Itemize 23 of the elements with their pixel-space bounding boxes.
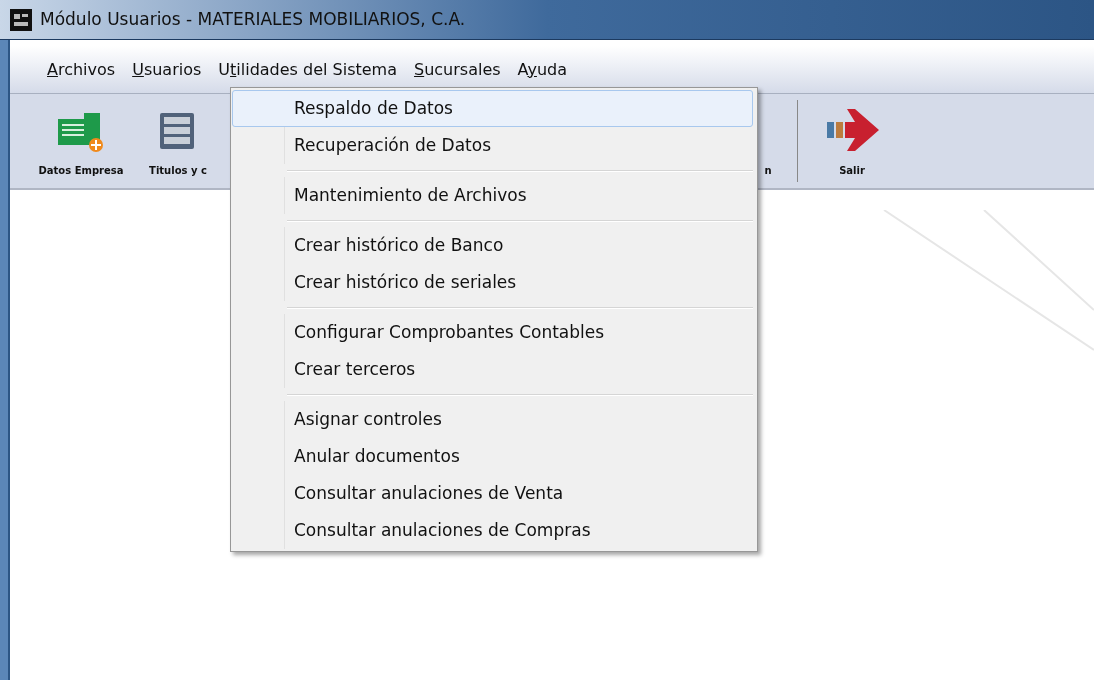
menu-item[interactable]: Sucursales (407, 54, 508, 85)
menu-option[interactable]: Anular documentos (285, 438, 753, 475)
exit-arrow-icon (824, 107, 880, 153)
menu-option[interactable]: Crear histórico de seriales (285, 264, 753, 301)
toolbar-button[interactable]: n (763, 94, 773, 188)
menu-option[interactable]: Consultar anulaciones de Compras (285, 512, 753, 549)
menu-option[interactable]: Respaldo de Datos (232, 90, 753, 127)
menu-item[interactable]: Usuarios (125, 54, 209, 85)
app-icon (10, 8, 32, 31)
menu-item[interactable]: Ayuda (510, 54, 575, 85)
window-title: Módulo Usuarios - MATERIALES MOBILIARIOS, C.A. (40, 7, 466, 31)
menu-item[interactable]: Utilidades del Sistema (211, 54, 404, 85)
toolbar-button[interactable]: Datos Empresa (34, 94, 128, 188)
menu-item[interactable]: Archivos (40, 54, 123, 85)
menu-option[interactable]: Mantenimiento de Archivos (285, 177, 753, 214)
menu-option[interactable]: Configurar Comprobantes Contables (285, 314, 753, 351)
menu-option[interactable]: Asignar controles (285, 401, 753, 438)
menu-option[interactable]: Consultar anulaciones de Venta (285, 475, 753, 512)
toolbar-button[interactable]: Salir (824, 94, 880, 188)
menu-option[interactable]: Crear histórico de Banco (285, 227, 753, 264)
menu-option[interactable]: Recuperación de Datos (285, 127, 753, 164)
menu-option[interactable]: Crear terceros (285, 351, 753, 388)
toolbar-button[interactable]: Titulos y c (128, 94, 228, 188)
